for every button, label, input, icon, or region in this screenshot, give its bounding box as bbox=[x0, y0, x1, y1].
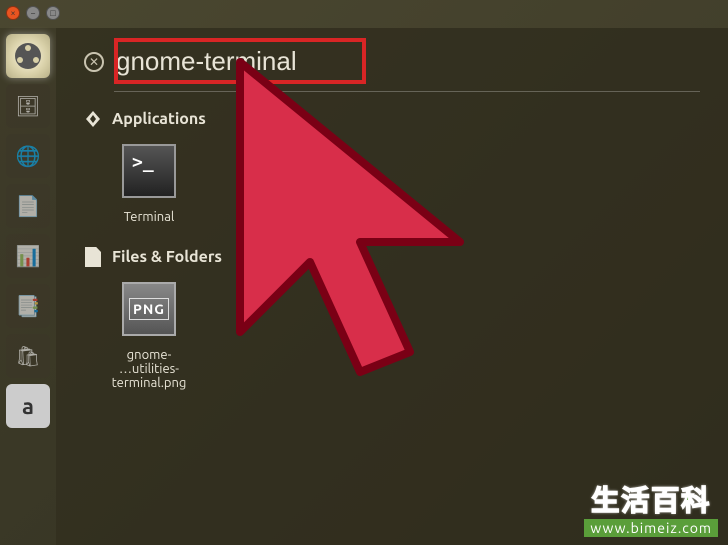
section-applications-header[interactable]: Applications bbox=[84, 110, 700, 128]
dash-overlay: ✕ Applications Terminal Files & Folders … bbox=[56, 28, 728, 545]
clear-search-icon[interactable]: ✕ bbox=[84, 52, 104, 72]
launcher-writer[interactable]: 📄 bbox=[6, 184, 50, 228]
terminal-icon bbox=[122, 144, 176, 198]
search-underline bbox=[114, 91, 700, 92]
window-controls: × − □ bbox=[6, 6, 60, 20]
png-file-icon: PNG bbox=[122, 282, 176, 336]
ubuntu-logo-icon bbox=[15, 43, 41, 69]
watermark-title: 生活百科 bbox=[584, 479, 718, 519]
section-label: Files & Folders bbox=[112, 248, 222, 266]
watermark: 生活百科 www.bimeiz.com bbox=[584, 479, 718, 537]
result-label: Terminal bbox=[124, 210, 175, 224]
document-icon bbox=[85, 247, 101, 267]
search-input[interactable] bbox=[116, 46, 396, 77]
minimize-button[interactable]: − bbox=[26, 6, 40, 20]
close-button[interactable]: × bbox=[6, 6, 20, 20]
result-png-file[interactable]: PNG gnome- …utilities-terminal.png bbox=[84, 282, 214, 390]
maximize-button[interactable]: □ bbox=[46, 6, 60, 20]
launcher-software[interactable]: 🛍 bbox=[6, 334, 50, 378]
search-row: ✕ bbox=[84, 46, 700, 77]
files-section-icon bbox=[84, 248, 102, 266]
section-label: Applications bbox=[112, 110, 206, 128]
launcher-firefox[interactable]: 🌐 bbox=[6, 134, 50, 178]
launcher-impress[interactable]: 📑 bbox=[6, 284, 50, 328]
result-label: gnome- …utilities-terminal.png bbox=[84, 348, 214, 390]
launcher-amazon[interactable]: a bbox=[6, 384, 50, 428]
applications-section-icon bbox=[84, 110, 102, 128]
section-files-header[interactable]: Files & Folders bbox=[84, 248, 700, 266]
launcher-files[interactable]: 🗄 bbox=[6, 84, 50, 128]
result-terminal[interactable]: Terminal bbox=[84, 144, 214, 224]
watermark-url: www.bimeiz.com bbox=[584, 519, 718, 537]
launcher-dash[interactable] bbox=[6, 34, 50, 78]
launcher-bar: 🗄 🌐 📄 📊 📑 🛍 a bbox=[0, 28, 56, 545]
launcher-calc[interactable]: 📊 bbox=[6, 234, 50, 278]
